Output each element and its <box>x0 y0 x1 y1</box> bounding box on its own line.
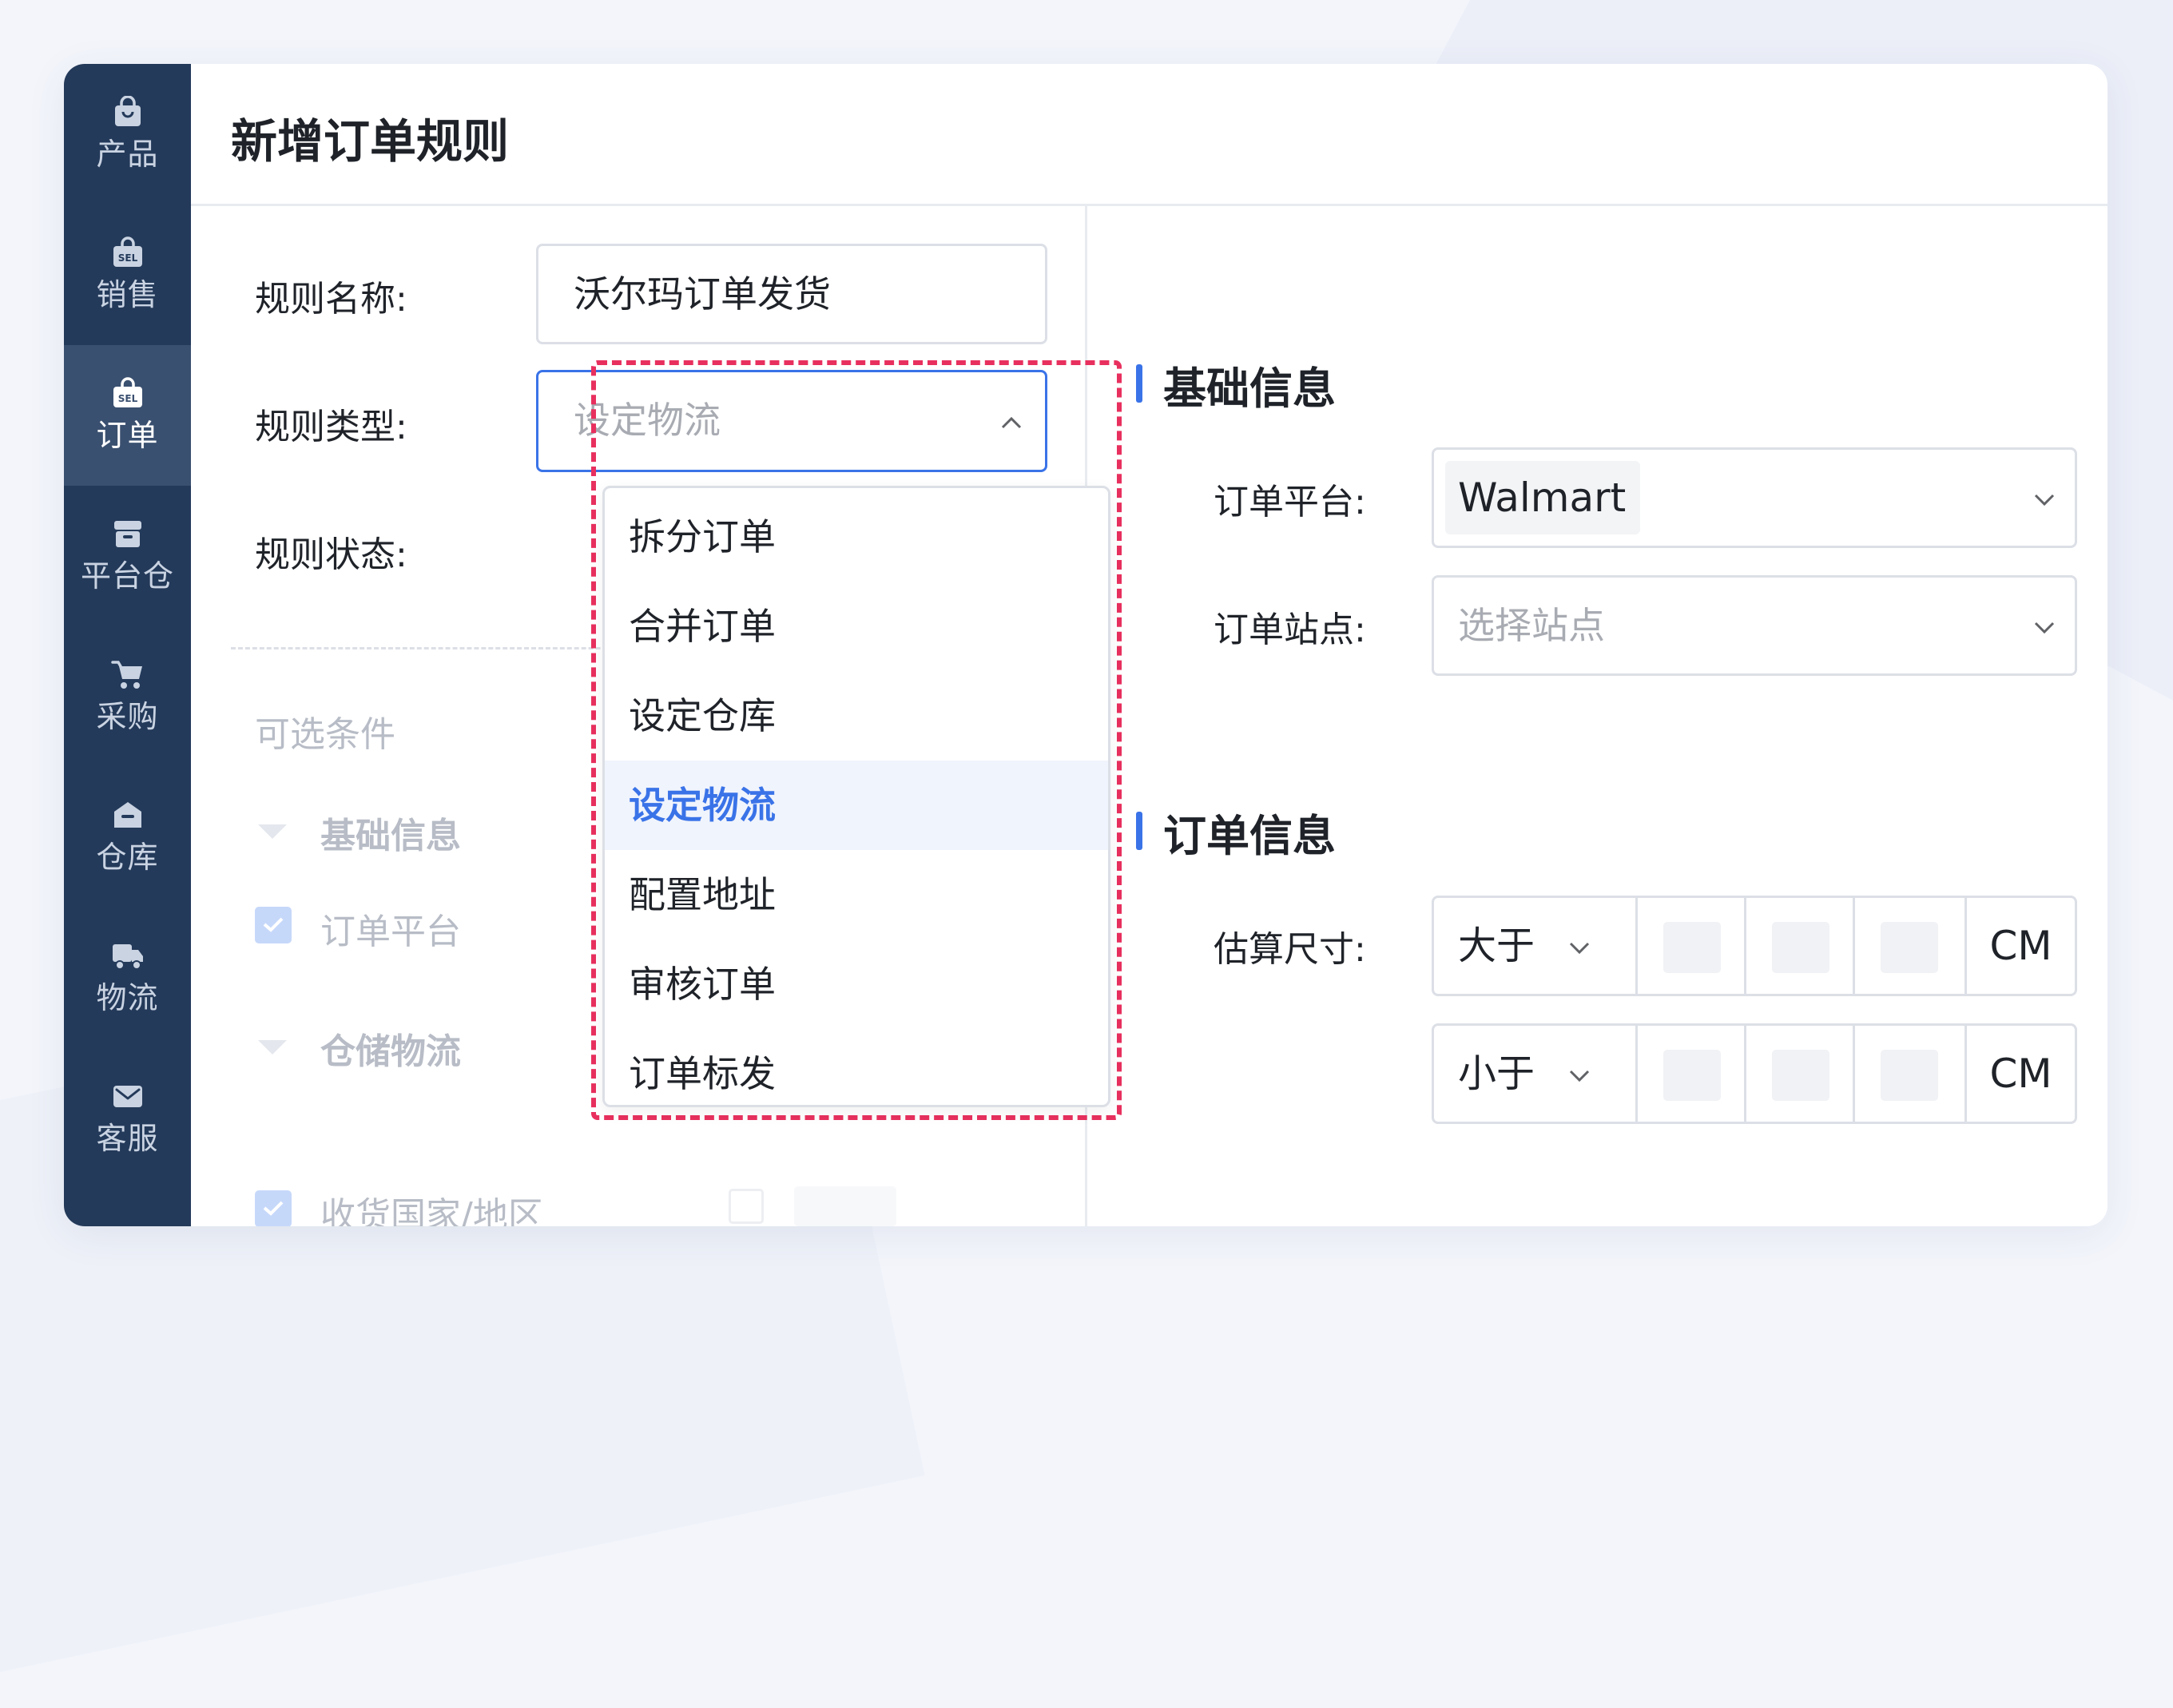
svg-text:SEL: SEL <box>117 252 137 264</box>
operator-value: 大于 <box>1458 924 1535 968</box>
svg-text:SEL: SEL <box>117 393 137 404</box>
dropdown-option-selected[interactable]: 设定物流 <box>605 761 1108 850</box>
length-cell <box>1635 898 1744 994</box>
order-info-section-title: 订单信息 <box>1163 811 1336 861</box>
estimated-size-label: 估算尺寸: <box>1214 929 1366 970</box>
sidebar-item-logistics[interactable]: 物流 <box>64 908 191 1048</box>
operator-select[interactable]: 小于 <box>1434 1026 1635 1122</box>
size-row-less: 小于 CM <box>1432 1023 2077 1124</box>
width-cell <box>1744 1026 1853 1122</box>
chevron-down-icon <box>1569 942 1590 955</box>
cart-icon <box>110 661 142 689</box>
rule-type-dropdown: 拆分订单 合并订单 设定仓库 设定物流 配置地址 审核订单 订单标发 <box>602 486 1110 1107</box>
dropdown-option[interactable]: 设定仓库 <box>605 671 1108 761</box>
section-marker <box>1136 812 1142 850</box>
length-input[interactable] <box>1663 1050 1721 1101</box>
sel-bag-icon: SEL <box>113 377 142 407</box>
condition-input[interactable] <box>794 1186 896 1226</box>
check-icon <box>263 1201 284 1216</box>
warehouse-icon <box>113 802 141 828</box>
sel-bag-icon: SEL <box>113 236 142 267</box>
height-input[interactable] <box>1881 1050 1938 1101</box>
cond-order-platform: 订单平台 <box>320 912 461 952</box>
collapse-triangle-icon[interactable] <box>258 824 287 839</box>
unit-label: CM <box>1989 923 2052 969</box>
unit-cell: CM <box>1964 898 2075 994</box>
length-cell <box>1635 1026 1744 1122</box>
rule-status-label: 规则状态: <box>255 534 407 575</box>
dropdown-option[interactable]: 配置地址 <box>605 850 1108 939</box>
sidebar-item-customer-service[interactable]: 客服 <box>64 1048 191 1189</box>
order-site-label: 订单站点: <box>1214 610 1366 650</box>
length-input[interactable] <box>1663 922 1721 973</box>
dropdown-option[interactable]: 订单标发 <box>605 1029 1108 1118</box>
order-platform-checkbox[interactable] <box>255 907 292 943</box>
sidebar-item-platform-warehouse[interactable]: 平台仓 <box>64 486 191 626</box>
ship-country-checkbox[interactable] <box>255 1190 292 1226</box>
sidebar-item-label: 产品 <box>96 137 159 172</box>
rule-name-input[interactable]: 沃尔玛订单发货 <box>536 244 1047 344</box>
dropdown-option[interactable]: 合并订单 <box>605 582 1108 671</box>
box-icon <box>113 521 141 547</box>
group-basic-info: 基础信息 <box>320 816 461 856</box>
page-title: 新增订单规则 <box>231 114 510 169</box>
order-platform-label: 订单平台: <box>1214 482 1366 522</box>
sidebar-item-label: 采购 <box>96 699 159 734</box>
order-platform-select[interactable]: Walmart <box>1432 447 2077 548</box>
mail-icon <box>113 1086 142 1107</box>
group-storage-logistics: 仓储物流 <box>320 1031 461 1072</box>
sidebar-item-label: 销售 <box>96 277 159 312</box>
width-input[interactable] <box>1772 922 1829 973</box>
height-cell <box>1853 1026 1964 1122</box>
collapse-triangle-icon[interactable] <box>258 1040 287 1055</box>
sidebar-item-label: 仓库 <box>96 840 159 875</box>
cond-ship-country: 收货国家/地区 <box>320 1195 543 1226</box>
site-placeholder: 选择站点 <box>1458 604 1605 647</box>
height-input[interactable] <box>1881 922 1938 973</box>
bag-icon <box>114 96 141 126</box>
condition-checkbox[interactable] <box>729 1189 764 1224</box>
unit-label: CM <box>1989 1051 2052 1097</box>
rule-name-label: 规则名称: <box>255 279 407 320</box>
basic-info-section-title: 基础信息 <box>1163 363 1336 414</box>
platform-value: Walmart <box>1458 475 1627 521</box>
height-cell <box>1853 898 1964 994</box>
main-content: 新增订单规则 规则名称: 沃尔玛订单发货 规则类型: 设定物流 规则状态: 可选… <box>191 64 2107 1226</box>
sidebar-item-purchasing[interactable]: 采购 <box>64 626 191 767</box>
sidebar-item-label: 订单 <box>96 418 159 453</box>
sidebar-item-label: 客服 <box>96 1121 159 1156</box>
dropdown-option[interactable]: 审核订单 <box>605 939 1108 1029</box>
sidebar-item-sales[interactable]: SEL 销售 <box>64 205 191 345</box>
selected-tag: Walmart <box>1445 461 1640 534</box>
width-input[interactable] <box>1772 1050 1829 1101</box>
chevron-down-icon <box>2034 494 2055 506</box>
size-row-greater: 大于 CM <box>1432 896 2077 996</box>
section-marker <box>1136 364 1142 403</box>
operator-value: 小于 <box>1458 1051 1535 1096</box>
page-header: 新增订单规则 <box>191 64 2107 206</box>
check-icon <box>263 917 284 932</box>
chevron-down-icon <box>2034 622 2055 634</box>
optional-conditions-title: 可选条件 <box>255 714 395 755</box>
rule-name-value: 沃尔玛订单发货 <box>574 272 831 316</box>
sidebar-item-label: 平台仓 <box>80 558 174 594</box>
sidebar: 产品 SEL 销售 SEL 订单 平台仓 采购 仓库 物流 客服 <box>64 64 191 1226</box>
truck-icon <box>112 944 143 970</box>
chevron-down-icon <box>1569 1070 1590 1082</box>
order-site-select[interactable]: 选择站点 <box>1432 575 2077 676</box>
unit-cell: CM <box>1964 1026 2075 1122</box>
sidebar-item-warehouse[interactable]: 仓库 <box>64 767 191 908</box>
dropdown-option[interactable]: 拆分订单 <box>605 492 1108 582</box>
app-window: 产品 SEL 销售 SEL 订单 平台仓 采购 仓库 物流 客服 新增订单规则 … <box>64 64 2107 1226</box>
rule-type-label: 规则类型: <box>255 407 407 447</box>
sidebar-item-orders[interactable]: SEL 订单 <box>64 345 191 486</box>
width-cell <box>1744 898 1853 994</box>
sidebar-item-products[interactable]: 产品 <box>64 64 191 205</box>
operator-select[interactable]: 大于 <box>1434 898 1635 994</box>
sidebar-item-label: 物流 <box>96 980 159 1015</box>
